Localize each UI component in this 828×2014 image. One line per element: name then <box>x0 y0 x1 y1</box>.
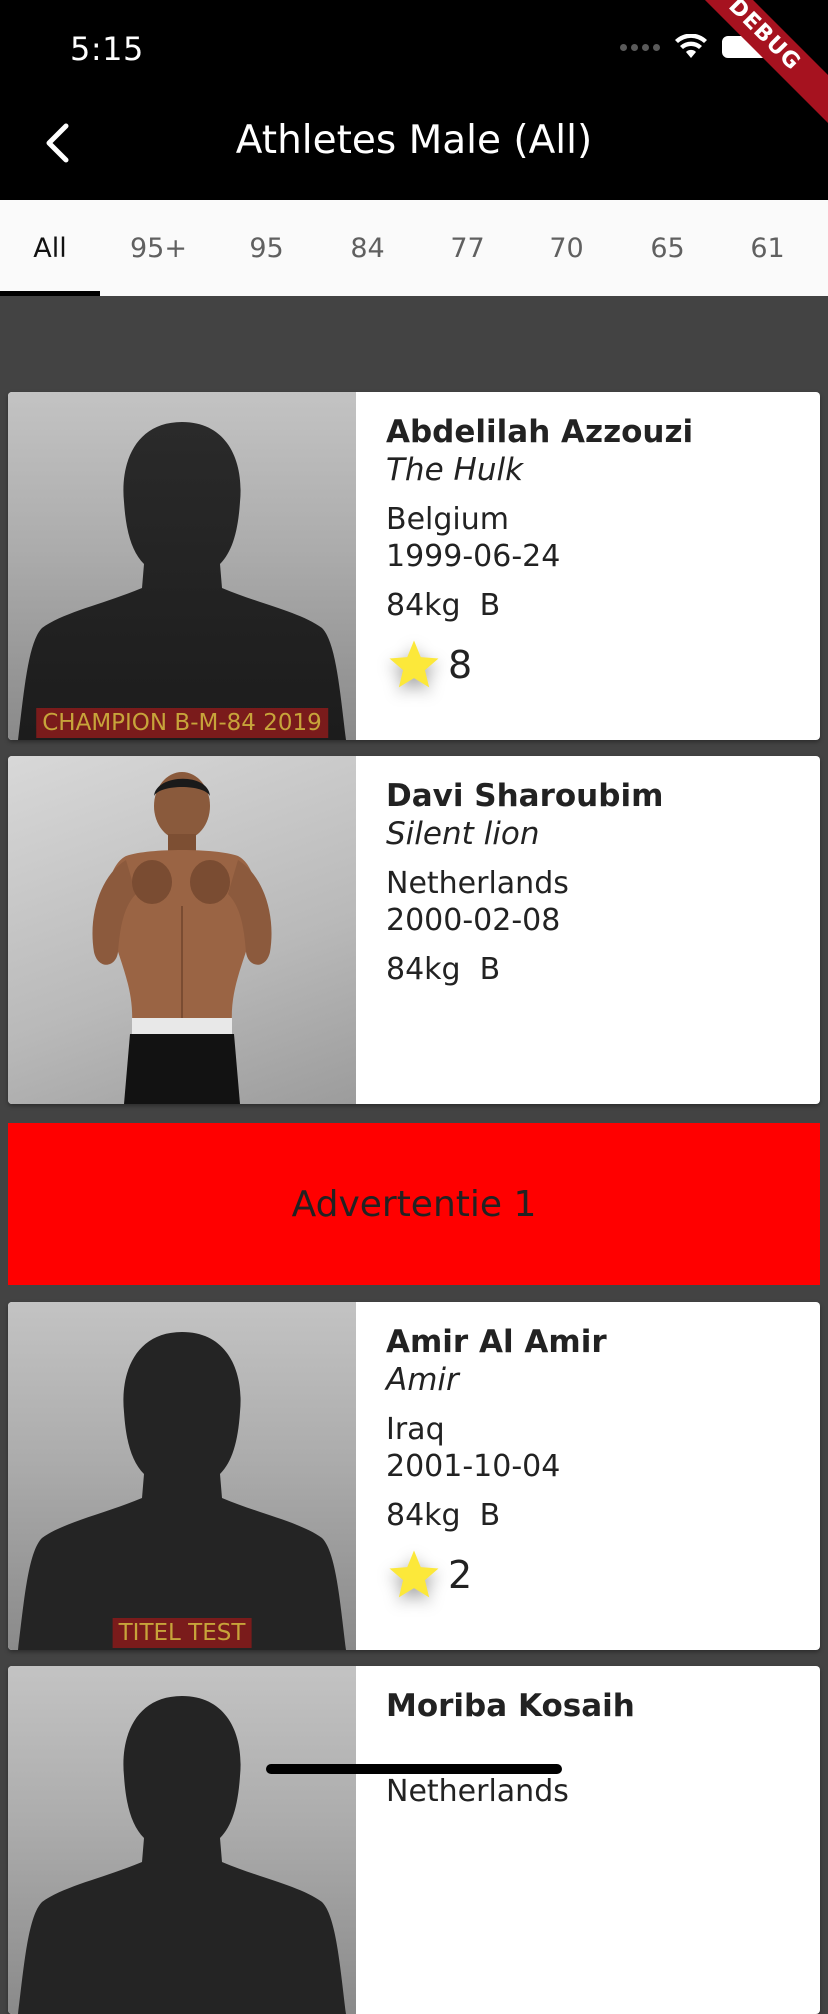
tab-70[interactable]: 70 <box>516 200 617 296</box>
athlete-info: Amir Al Amir Amir Iraq 2001-10-04 84kg B… <box>356 1302 820 1650</box>
athlete-name: Moriba Kosaih <box>386 1688 635 1724</box>
title-badge: TITEL TEST <box>112 1618 252 1648</box>
weight-class-tabs: All 95+ 95 84 77 70 65 61 <box>0 200 828 296</box>
advertisement-label: Advertentie 1 <box>291 1183 537 1225</box>
athlete-photo <box>8 756 356 1104</box>
athlete-name: Amir Al Amir <box>386 1324 607 1360</box>
athlete-nickname: Amir <box>386 1362 459 1398</box>
page-title: Athletes Male (All) <box>235 118 593 163</box>
athlete-stars: 8 <box>386 637 820 693</box>
athlete-birthdate: 2001-10-04 <box>386 1449 561 1484</box>
cellular-signal-icon <box>620 43 660 51</box>
wifi-icon <box>675 34 707 58</box>
person-silhouette-icon <box>18 422 346 740</box>
athlete-country: Netherlands <box>386 866 569 901</box>
debug-banner: DEBUG <box>674 0 828 125</box>
athlete-name: Davi Sharoubim <box>386 778 664 814</box>
status-time: 5:15 <box>70 30 144 68</box>
athlete-country: Belgium <box>386 502 509 537</box>
athlete-stars: 2 <box>386 1547 820 1603</box>
athlete-weight-class: 84kg B <box>386 952 501 987</box>
tab-65[interactable]: 65 <box>617 200 718 296</box>
tab-95-plus[interactable]: 95+ <box>100 200 217 296</box>
athlete-card[interactable]: TITEL TEST Amir Al Amir Amir Iraq 2001-1… <box>8 1302 820 1650</box>
tab-61[interactable]: 61 <box>718 200 817 296</box>
athlete-card[interactable]: Moriba Kosaih Netherlands <box>8 1666 820 2014</box>
athlete-photo-placeholder: TITEL TEST <box>8 1302 356 1650</box>
person-silhouette-icon <box>18 1332 346 1650</box>
athlete-portrait-image <box>92 772 272 1104</box>
athlete-birthdate: 2000-02-08 <box>386 903 561 938</box>
athlete-nickname: Silent lion <box>386 816 540 852</box>
tab-77[interactable]: 77 <box>419 200 516 296</box>
athlete-photo-placeholder: CHAMPION B-M-84 2019 <box>8 392 356 740</box>
app-header: 5:15 DEBUG Athletes Male (All) <box>0 0 828 200</box>
athlete-weight-class: 84kg B <box>386 588 501 623</box>
person-silhouette-icon <box>18 1696 346 2014</box>
athlete-country: Iraq <box>386 1412 445 1447</box>
star-count: 2 <box>448 1553 473 1597</box>
athlete-name: Abdelilah Azzouzi <box>386 414 694 450</box>
athlete-info: Davi Sharoubim Silent lion Netherlands 2… <box>356 756 820 1104</box>
athlete-card[interactable]: CHAMPION B-M-84 2019 Abdelilah Azzouzi T… <box>8 392 820 740</box>
athlete-nickname: The Hulk <box>386 452 524 488</box>
advertisement-banner[interactable]: Advertentie 1 <box>8 1123 820 1285</box>
athlete-info: Moriba Kosaih Netherlands <box>356 1666 820 2014</box>
athlete-info: Abdelilah Azzouzi The Hulk Belgium 1999-… <box>356 392 820 740</box>
star-icon <box>389 1550 439 1598</box>
tab-95[interactable]: 95 <box>217 200 316 296</box>
tab-84[interactable]: 84 <box>316 200 419 296</box>
athlete-photo-placeholder <box>8 1666 356 2014</box>
tab-all[interactable]: All <box>0 200 100 296</box>
athlete-birthdate: 1999-06-24 <box>386 539 561 574</box>
athlete-card[interactable]: Davi Sharoubim Silent lion Netherlands 2… <box>8 756 820 1104</box>
athlete-weight-class: 84kg B <box>386 1498 501 1533</box>
star-icon <box>389 640 439 688</box>
home-indicator[interactable] <box>266 1764 562 1774</box>
star-count: 8 <box>448 643 473 687</box>
title-badge: CHAMPION B-M-84 2019 <box>36 708 328 738</box>
